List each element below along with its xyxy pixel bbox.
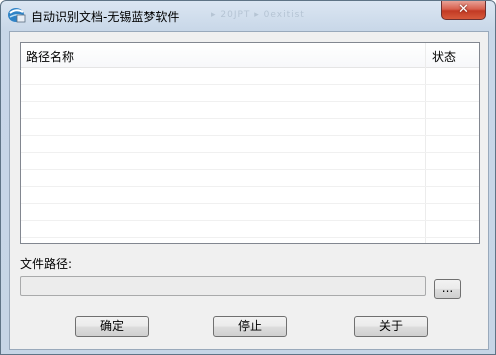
- column-header-status[interactable]: 状态: [432, 48, 456, 65]
- row-gridline: [21, 237, 479, 238]
- title-bar[interactable]: 自动识别文档-无锡蓝梦软件 ▸ 20JPT ▸ 0exitist ✕: [1, 1, 495, 31]
- row-gridline: [21, 220, 479, 221]
- row-gridline: [21, 186, 479, 187]
- row-gridline: [21, 118, 479, 119]
- row-gridline: [21, 84, 479, 85]
- window-title-ghost-text: ▸ 20JPT ▸ 0exitist: [211, 10, 305, 20]
- ok-button[interactable]: 确定: [75, 316, 149, 337]
- row-gridline: [21, 152, 479, 153]
- window-title: 自动识别文档-无锡蓝梦软件: [31, 10, 180, 24]
- dialog-body: 路径名称 状态 文件路径: ... 确定 停止 关于: [9, 31, 489, 350]
- app-window: 自动识别文档-无锡蓝梦软件 ▸ 20JPT ▸ 0exitist ✕ 路径名称 …: [0, 0, 496, 355]
- row-gridline: [21, 203, 479, 204]
- browse-button[interactable]: ...: [434, 279, 461, 299]
- row-gridline: [21, 101, 479, 102]
- row-gridline: [21, 135, 479, 136]
- file-path-label: 文件路径:: [20, 257, 73, 271]
- about-button[interactable]: 关于: [354, 316, 428, 337]
- close-button[interactable]: ✕: [441, 1, 486, 20]
- list-header: 路径名称 状态: [21, 43, 479, 68]
- path-list[interactable]: 路径名称 状态: [20, 42, 480, 244]
- stop-button[interactable]: 停止: [213, 316, 287, 337]
- file-path-input[interactable]: [20, 276, 426, 296]
- app-logo-icon: [7, 6, 27, 24]
- column-header-path[interactable]: 路径名称: [26, 48, 74, 65]
- close-icon: ✕: [458, 2, 469, 17]
- column-divider[interactable]: [425, 43, 426, 243]
- row-gridline: [21, 169, 479, 170]
